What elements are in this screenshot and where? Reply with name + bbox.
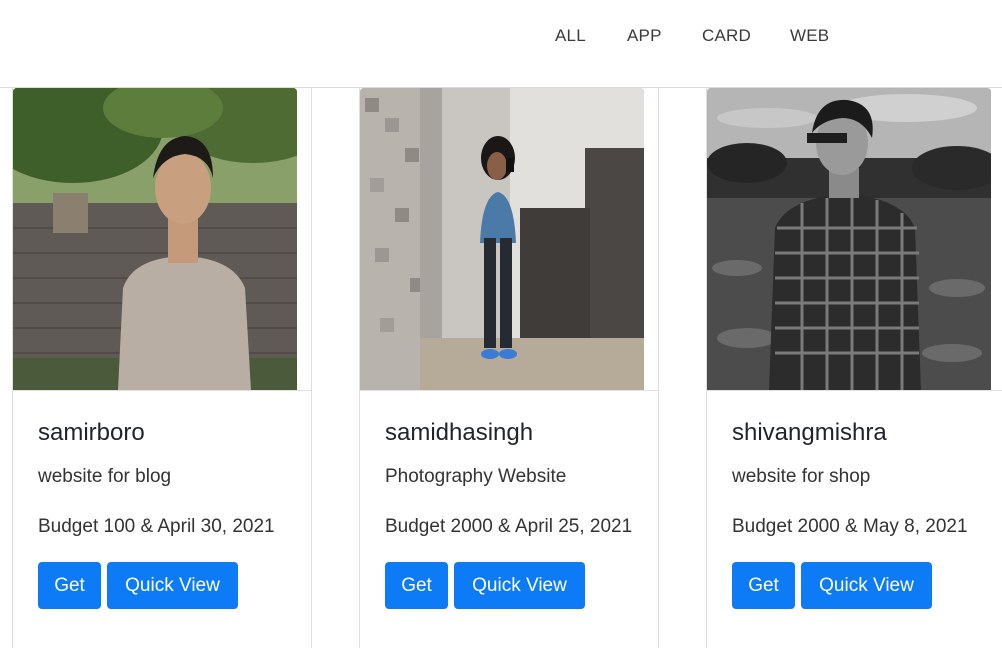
- man-bw-field-photo: [707, 88, 991, 390]
- card-title: shivangmishra: [732, 419, 887, 446]
- quick-view-button[interactable]: Quick View: [454, 562, 585, 609]
- card-body: samirboro website for blog Budget 100 & …: [13, 390, 311, 609]
- card-description: website for shop: [732, 466, 871, 487]
- woman-mirror-selfie-photo: [360, 88, 644, 390]
- card-budget: Budget 100 & April 30, 2021: [38, 516, 275, 537]
- get-button[interactable]: Get: [732, 562, 795, 609]
- nav-item-web[interactable]: WEB: [790, 26, 829, 46]
- card-body: samidhasingh Photography Website Budget …: [360, 390, 658, 609]
- project-card: samirboro website for blog Budget 100 & …: [12, 88, 312, 648]
- man-outdoors-photo: [13, 88, 297, 390]
- card-photo: [360, 88, 644, 390]
- card-description: website for blog: [38, 466, 172, 487]
- card-description: Photography Website: [385, 466, 567, 487]
- get-button[interactable]: Get: [38, 562, 101, 609]
- nav-item-app[interactable]: APP: [627, 26, 662, 46]
- card-photo: [13, 88, 297, 390]
- project-card: samidhasingh Photography Website Budget …: [359, 88, 659, 648]
- top-navbar: ALL APP CARD WEB: [0, 0, 1002, 88]
- card-photo: [707, 88, 991, 390]
- card-body: shivangmishra website for shop Budget 20…: [707, 390, 1002, 609]
- project-card: shivangmishra website for shop Budget 20…: [706, 88, 1002, 648]
- card-budget: Budget 2000 & May 8, 2021: [732, 516, 968, 537]
- card-title: samirboro: [38, 419, 145, 446]
- card-title: samidhasingh: [385, 419, 534, 446]
- get-button[interactable]: Get: [385, 562, 448, 609]
- quick-view-button[interactable]: Quick View: [107, 562, 238, 609]
- nav-item-all[interactable]: ALL: [555, 26, 586, 46]
- quick-view-button[interactable]: Quick View: [801, 562, 932, 609]
- card-budget: Budget 2000 & April 25, 2021: [385, 516, 633, 537]
- nav-item-card[interactable]: CARD: [702, 26, 751, 46]
